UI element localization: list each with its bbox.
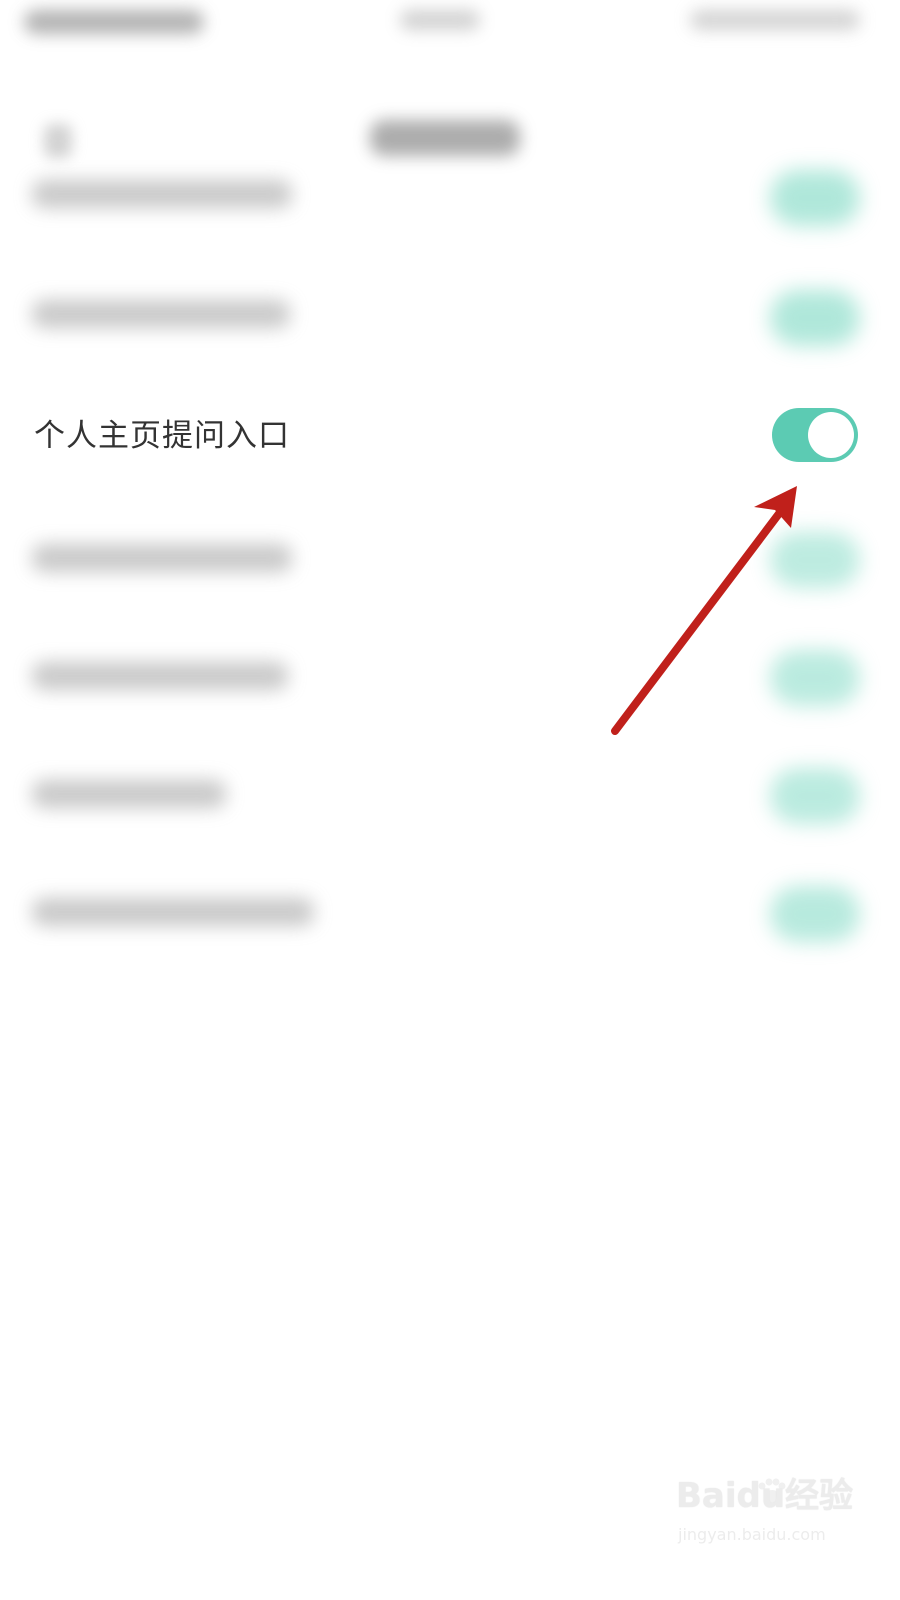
navigation-bar bbox=[0, 50, 900, 158]
setting-row-1[interactable] bbox=[0, 140, 900, 258]
watermark-brand: Baidu经验 bbox=[676, 1476, 854, 1516]
setting-row-2[interactable] bbox=[0, 258, 900, 376]
setting-row-3[interactable] bbox=[0, 496, 900, 614]
setting-row-toggle[interactable] bbox=[770, 290, 860, 346]
setting-row-6[interactable] bbox=[0, 850, 900, 968]
toggle-knob bbox=[808, 412, 854, 458]
setting-row-toggle[interactable] bbox=[770, 532, 860, 588]
setting-row-5[interactable] bbox=[0, 732, 900, 850]
setting-row-label bbox=[32, 544, 292, 572]
setting-row-label bbox=[32, 780, 226, 808]
status-center-blur bbox=[400, 10, 480, 30]
setting-row-toggle[interactable] bbox=[770, 170, 860, 226]
watermark-url: jingyan.baidu.com bbox=[678, 1525, 826, 1544]
setting-row-toggle[interactable] bbox=[770, 650, 860, 706]
personal-homepage-question-entry-label: 个人主页提问入口 bbox=[34, 418, 290, 454]
status-bar bbox=[0, 0, 900, 50]
setting-row-toggle[interactable] bbox=[770, 768, 860, 824]
watermark: Baidu经验 jingyan.baidu.com bbox=[676, 1476, 856, 1566]
status-right-blur bbox=[690, 10, 860, 30]
status-left-blur bbox=[24, 10, 204, 34]
setting-row-4[interactable] bbox=[0, 614, 900, 732]
personal-homepage-question-entry-row[interactable]: 个人主页提问入口 bbox=[0, 374, 900, 496]
setting-row-label bbox=[32, 300, 290, 328]
personal-homepage-question-entry-toggle[interactable] bbox=[772, 408, 858, 462]
setting-row-toggle[interactable] bbox=[770, 886, 860, 942]
setting-row-label bbox=[32, 898, 314, 926]
setting-row-label bbox=[32, 662, 288, 690]
setting-row-label bbox=[32, 180, 292, 208]
